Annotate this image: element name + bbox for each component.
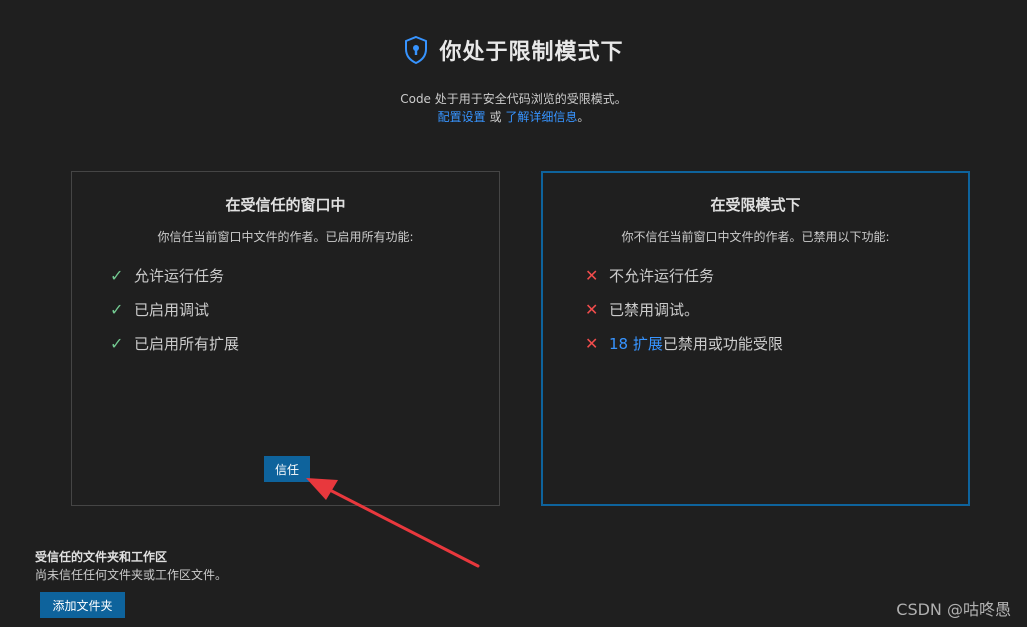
period-text: 。: [577, 110, 590, 124]
feature-label: 已禁用调试。: [609, 300, 700, 319]
restricted-mode-page: 你处于限制模式下 Code 处于用于安全代码浏览的受限模式。 配置设置 或 了解…: [0, 0, 1027, 627]
restricted-card-title: 在受限模式下: [710, 196, 801, 214]
add-folder-button[interactable]: 添加文件夹: [40, 592, 125, 618]
check-icon: ✓: [110, 265, 124, 285]
or-text: 或: [485, 110, 506, 124]
check-icon: ✓: [110, 333, 124, 353]
annotation-arrow-icon: [306, 478, 480, 568]
trusted-card-title: 在受信任的窗口中: [225, 196, 346, 214]
configure-settings-link[interactable]: 配置设置: [438, 110, 486, 124]
shield-icon: [405, 35, 428, 65]
page-title: 你处于限制模式下: [439, 40, 624, 65]
trusted-feature-list: ✓ 允许运行任务 ✓ 已启用调试 ✓ 已启用所有扩展: [110, 258, 239, 360]
feature-label: 已启用所有扩展: [134, 334, 240, 353]
restricted-card-subtitle: 你不信任当前窗口中文件的作者。已禁用以下功能:: [621, 230, 890, 244]
list-item: ✓ 允许运行任务: [110, 258, 239, 292]
feature-label: 已禁用或功能受限: [662, 334, 783, 353]
check-icon: ✓: [110, 299, 124, 319]
learn-more-link[interactable]: 了解详细信息: [505, 110, 577, 124]
trusted-window-card: 在受信任的窗口中 你信任当前窗口中文件的作者。已启用所有功能: ✓ 允许运行任务…: [71, 171, 500, 506]
trusted-folders-subtitle: 尚未信任任何文件夹或工作区文件。: [35, 568, 228, 582]
mode-description: Code 处于用于安全代码浏览的受限模式。: [400, 92, 627, 106]
watermark: CSDN @咕咚愚: [896, 600, 1011, 619]
x-icon: ✕: [585, 333, 599, 353]
trusted-folders-title: 受信任的文件夹和工作区: [35, 550, 168, 564]
feature-label: 已启用调试: [134, 300, 210, 319]
feature-label-group: 18 扩展已禁用或功能受限: [609, 333, 783, 354]
list-item: ✓ 已启用所有扩展: [110, 326, 239, 360]
list-item: ✕ 不允许运行任务: [585, 258, 783, 292]
page-header: 你处于限制模式下: [0, 34, 1027, 66]
feature-label: 不允许运行任务: [609, 266, 715, 285]
description-links: 配置设置 或 了解详细信息。: [0, 108, 1027, 125]
extensions-link[interactable]: 18 扩展: [609, 335, 663, 353]
feature-label: 允许运行任务: [134, 266, 225, 285]
list-item: ✓ 已启用调试: [110, 292, 239, 326]
list-item: ✕ 18 扩展已禁用或功能受限: [585, 326, 783, 360]
x-icon: ✕: [585, 265, 599, 285]
x-icon: ✕: [585, 299, 599, 319]
restricted-feature-list: ✕ 不允许运行任务 ✕ 已禁用调试。 ✕ 18 扩展已禁用或功能受限: [585, 258, 783, 360]
list-item: ✕ 已禁用调试。: [585, 292, 783, 326]
trusted-card-subtitle: 你信任当前窗口中文件的作者。已启用所有功能:: [157, 230, 414, 244]
restricted-mode-card: 在受限模式下 你不信任当前窗口中文件的作者。已禁用以下功能: ✕ 不允许运行任务…: [541, 171, 970, 506]
